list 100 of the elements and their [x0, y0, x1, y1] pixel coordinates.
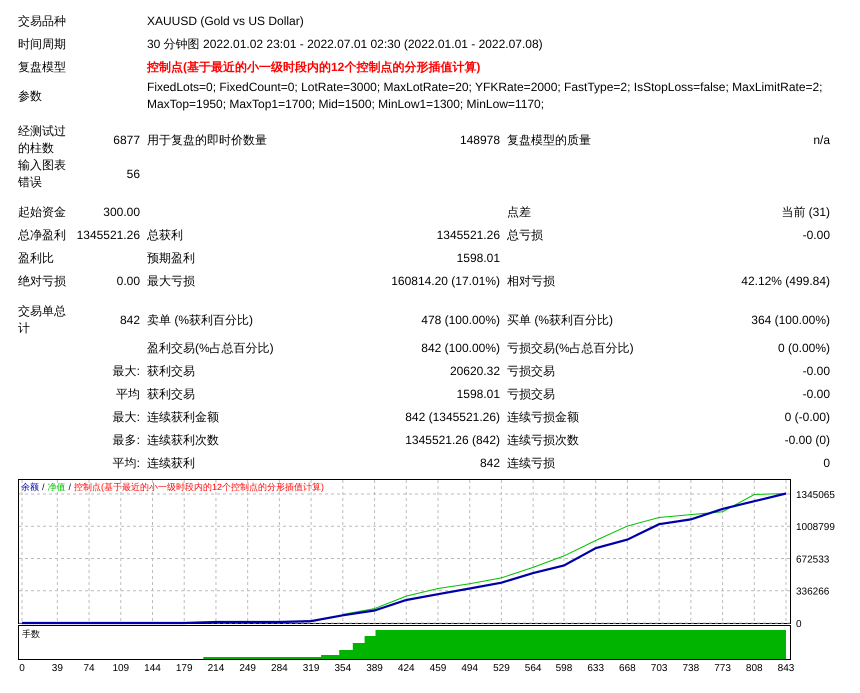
legend-separator: /	[68, 482, 72, 493]
y-tick-label: 1008799	[796, 522, 835, 534]
field-label: 复盘模型	[18, 59, 67, 76]
lots-label: 手数	[22, 629, 40, 639]
stat-label: 连续亏损	[507, 456, 555, 470]
stat-label: 亏损交易	[507, 364, 555, 378]
stat-label: 经测试过的柱数	[18, 124, 66, 155]
stat-value: 842	[120, 312, 140, 326]
stat-value: -0.00 (0)	[784, 433, 830, 447]
stat-value: 478 (100.00%)	[421, 312, 500, 326]
stat-label: 盈利交易(%占总百分比)	[147, 341, 274, 355]
x-tick-label: 529	[493, 663, 510, 674]
stat-value: 148978	[460, 132, 500, 146]
x-tick-label: 703	[650, 663, 668, 674]
x-tick-label: 249	[239, 663, 256, 674]
x-tick-label: 39	[52, 663, 63, 674]
stat-value: -0.00	[802, 387, 830, 401]
stat-value: 842 (1345521.26)	[405, 410, 500, 424]
stat-value: 0	[823, 456, 830, 470]
stat-value: 42.12% (499.84)	[741, 274, 830, 288]
x-tick-label: 564	[524, 663, 542, 674]
stat-label: 相对亏损	[507, 274, 555, 288]
field-value: 控制点(基于最近的小一级时段内的12个控制点的分形插值计算)	[147, 59, 482, 76]
stat-label: 用于复盘的即时价数量	[147, 132, 267, 146]
stat-label: 总亏损	[507, 228, 543, 242]
stat-value: 6877	[113, 132, 140, 146]
stat-value: 最大:	[112, 410, 140, 424]
stat-label: 点差	[507, 205, 531, 219]
stat-value: 1345521.26	[76, 228, 140, 242]
stat-value: 平均:	[112, 456, 140, 470]
x-tick-label: 598	[556, 663, 572, 674]
stat-value: -0.00	[802, 364, 830, 378]
y-tick-label: 1345065	[796, 490, 835, 501]
stat-label: 输入图表错误	[18, 158, 66, 189]
legend-label: 净值	[48, 482, 66, 493]
x-tick-label: 494	[461, 663, 478, 674]
x-tick-label: 319	[302, 663, 320, 674]
stat-value: n/a	[813, 132, 830, 146]
x-tick-label: 668	[619, 663, 636, 674]
x-tick-label: 354	[334, 663, 352, 674]
stat-label: 连续获利	[147, 456, 195, 470]
legend-label: 余额	[21, 482, 39, 493]
x-tick-label: 144	[144, 663, 161, 674]
stat-value: 0.00	[116, 274, 140, 288]
x-tick-label: 808	[746, 663, 763, 674]
x-tick-label: 773	[714, 663, 731, 674]
stat-label: 卖单 (%获利百分比)	[147, 312, 253, 326]
x-tick-label: 424	[398, 663, 415, 674]
y-tick-label: 672533	[796, 554, 830, 566]
stat-value: 当前 (31)	[781, 205, 830, 219]
stat-label: 获利交易	[147, 364, 195, 378]
stat-value: 0 (-0.00)	[784, 410, 830, 424]
stat-value: 56	[126, 166, 140, 180]
x-tick-label: 284	[271, 663, 288, 674]
field-label: 交易品种	[18, 13, 67, 30]
stat-label: 买单 (%获利百分比)	[507, 312, 613, 326]
stat-label: 连续亏损金额	[507, 410, 579, 424]
stat-label: 亏损交易	[507, 387, 555, 401]
x-tick-label: 109	[112, 663, 130, 674]
stat-label: 绝对亏损	[18, 274, 66, 288]
stat-label: 起始资金	[18, 205, 66, 219]
stat-label: 复盘模型的质量	[507, 132, 591, 146]
stat-value: 842	[480, 456, 500, 470]
x-tick-label: 74	[84, 663, 95, 674]
x-tick-label: 389	[366, 663, 383, 674]
field-label: 时间周期	[18, 36, 67, 53]
stat-value: 1598.01	[456, 251, 500, 265]
stat-value: 1598.01	[456, 387, 500, 401]
legend-separator: /	[42, 482, 45, 493]
x-tick-label: 633	[587, 663, 604, 674]
stat-label: 获利交易	[147, 387, 195, 401]
stat-value: 20620.32	[450, 364, 500, 378]
x-tick-label: 738	[682, 663, 700, 674]
stat-label: 预期盈利	[147, 251, 195, 265]
stat-label: 最大亏损	[147, 274, 195, 288]
y-tick-label: 336266	[796, 586, 830, 598]
stat-label: 亏损交易(%占总百分比)	[507, 341, 634, 355]
stat-value: 平均	[116, 387, 140, 401]
stat-label: 连续获利金额	[147, 410, 219, 424]
stat-value: 0 (0.00%)	[778, 341, 830, 355]
stat-value: 最多:	[112, 433, 140, 447]
x-tick-label: 459	[430, 663, 446, 674]
field-value: FixedLots=0; FixedCount=0; LotRate=3000; MaxLotRate=20; YFKRate=2000; FastType=2; IsStopLoss=false; MaxLimitRate=2; MaxTop=1950; MaxTop1=1700; Mid=1500; MinLow1=1300; MinLow=1170;	[147, 79, 824, 113]
legend-note: 控制点(基于最近的小一级时段内的12个控制点的分形插值计算)	[74, 482, 324, 493]
stat-value: 160814.20 (17.01%)	[391, 274, 500, 288]
x-tick-label: 0	[19, 663, 25, 674]
stat-label: 总净盈利	[18, 228, 66, 242]
stat-label: 交易单总计	[18, 304, 66, 335]
y-tick-label: 0	[796, 619, 802, 630]
x-tick-label: 214	[208, 663, 224, 674]
stat-label: 连续亏损次数	[507, 433, 579, 447]
stat-value: 300.00	[103, 205, 140, 219]
stat-value: 364 (100.00%)	[751, 312, 830, 326]
stat-value: -0.00	[802, 228, 830, 242]
stat-value: 最大:	[112, 364, 140, 378]
x-tick-label: 843	[778, 663, 794, 674]
field-value: XAUUSD (Gold vs US Dollar)	[147, 13, 305, 30]
field-value: 30 分钟图 2022.01.02 23:01 - 2022.07.01 02:30 (2022.01.01 - 2022.07.08)	[147, 36, 544, 53]
stat-label: 连续获利次数	[147, 433, 219, 447]
stat-label: 盈利比	[18, 251, 54, 265]
